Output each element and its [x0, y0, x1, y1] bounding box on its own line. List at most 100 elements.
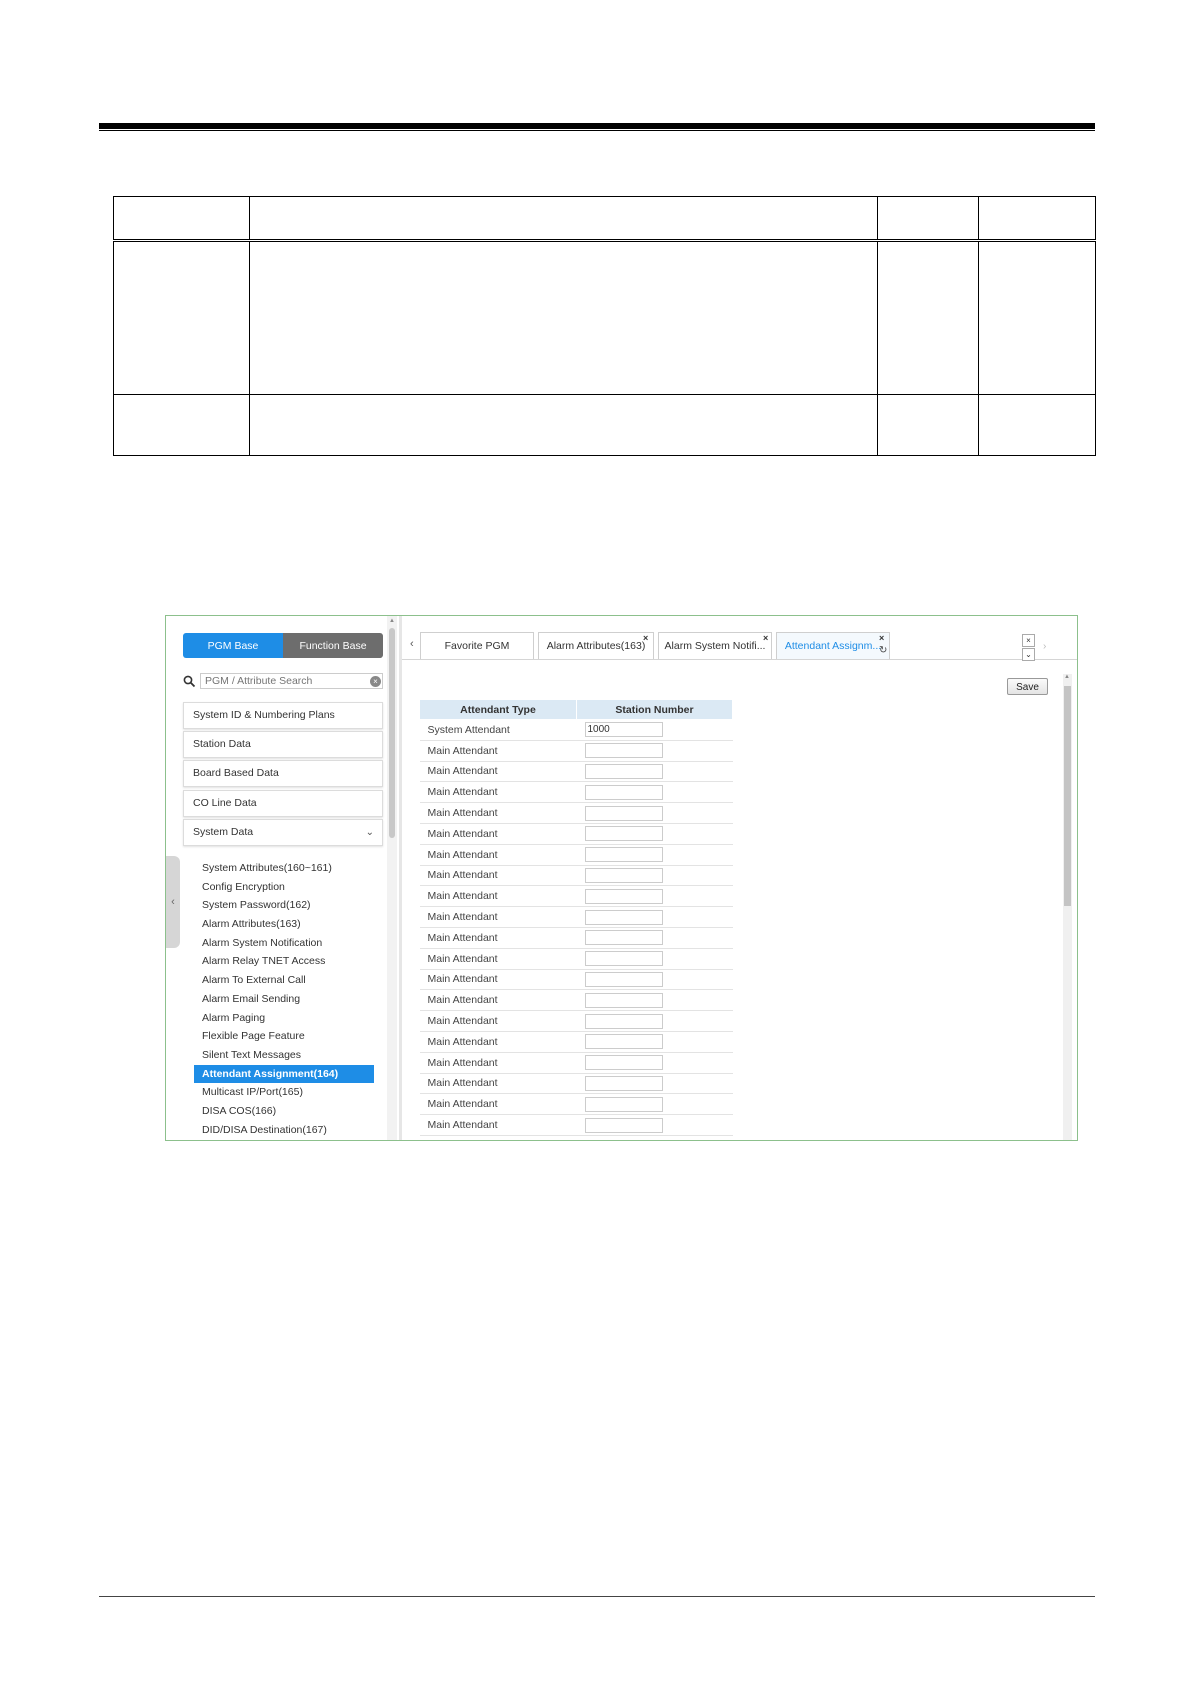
save-button[interactable]: Save	[1007, 678, 1048, 695]
station-number-cell	[576, 948, 733, 970]
submenu-item[interactable]: Attendant Assignment(164)	[194, 1064, 374, 1084]
submenu-item[interactable]: DISA COS(166)	[194, 1102, 374, 1121]
station-number-cell	[576, 1010, 733, 1032]
document-table-header	[113, 196, 1096, 242]
submenu-item[interactable]: Flexible Page Feature	[194, 1027, 374, 1046]
station-number-input[interactable]	[584, 930, 663, 946]
station-number-input[interactable]	[584, 1055, 663, 1071]
refresh-icon[interactable]: ↻	[879, 645, 887, 656]
left-scrollbar-thumb[interactable]	[389, 628, 395, 838]
station-number-cell	[576, 1093, 733, 1116]
station-number-cell	[576, 1073, 733, 1095]
station-number-input[interactable]	[584, 826, 663, 842]
submenu-item[interactable]: System Attributes(160~161)	[194, 859, 374, 878]
scroll-up-icon[interactable]: ▲	[389, 618, 395, 624]
close-all-tabs-icon[interactable]: ×	[1022, 634, 1035, 647]
document-table-row	[113, 240, 1096, 395]
station-number-input[interactable]	[584, 743, 663, 759]
submenu-item[interactable]: Alarm To External Call	[194, 971, 374, 990]
submenu-item[interactable]: Silent Text Messages	[194, 1046, 374, 1065]
station-number-input[interactable]	[584, 847, 663, 863]
collapse-panel-handle[interactable]: ‹	[166, 856, 180, 948]
left-scrollbar[interactable]: ▲	[387, 616, 397, 1140]
submenu-item[interactable]: Alarm Paging	[194, 1009, 374, 1028]
station-number-cell	[576, 719, 733, 741]
table-row: Main Attendant	[419, 761, 733, 783]
submenu-item[interactable]: Config Encryption	[194, 878, 374, 897]
menu-item-board-based-data[interactable]: Board Based Data	[183, 760, 383, 787]
station-number-input[interactable]	[584, 867, 663, 883]
table-row: Main Attendant	[419, 969, 733, 991]
menu-item-label: Board Based Data	[193, 767, 279, 779]
close-icon[interactable]: ×	[879, 633, 884, 643]
menu-item-system-data[interactable]: System Data ⌄	[183, 819, 383, 846]
close-icon[interactable]: ×	[643, 633, 648, 643]
attendant-type-cell: Main Attendant	[419, 1114, 577, 1136]
attendant-type-cell: Main Attendant	[419, 781, 577, 804]
attendant-type-cell: Main Attendant	[419, 948, 577, 970]
station-number-input[interactable]	[584, 1117, 663, 1133]
tab-list-dropdown-icon[interactable]: ⌄	[1022, 648, 1035, 661]
chevron-down-icon: ⌄	[365, 827, 374, 838]
station-number-cell	[576, 885, 733, 908]
search-input[interactable]	[200, 673, 383, 689]
station-number-input[interactable]	[584, 784, 663, 800]
station-number-input[interactable]	[584, 971, 663, 987]
station-number-input[interactable]	[584, 1075, 663, 1091]
station-number-input[interactable]	[584, 722, 663, 738]
attendant-type-cell: Main Attendant	[419, 740, 577, 762]
attendant-type-cell: System Attendant	[419, 719, 577, 741]
station-number-input[interactable]	[584, 909, 663, 925]
header-rule	[99, 123, 1095, 129]
tab-alarm-attributes[interactable]: Alarm Attributes(163)	[538, 632, 654, 659]
submenu-item[interactable]: Alarm Relay TNET Access	[194, 952, 374, 971]
tab-alarm-system-notification[interactable]: Alarm System Notifi...	[658, 632, 772, 659]
station-number-input[interactable]	[584, 992, 663, 1008]
tab-scroll-right-icon[interactable]: ›	[1043, 641, 1046, 652]
tab-favorite-pgm[interactable]: Favorite PGM	[420, 632, 534, 659]
station-number-input[interactable]	[584, 1096, 663, 1112]
content-scrollbar-thumb[interactable]	[1064, 686, 1071, 906]
table-row: Main Attendant	[419, 1093, 733, 1116]
station-number-input[interactable]	[584, 763, 663, 779]
content-scrollbar[interactable]: ▲	[1063, 674, 1072, 1140]
station-number-cell	[576, 927, 733, 949]
table-row: Main Attendant	[419, 865, 733, 887]
station-number-input[interactable]	[584, 951, 663, 967]
function-base-button[interactable]: Function Base	[283, 633, 383, 658]
submenu-item[interactable]: DID/DISA Destination(167)	[194, 1121, 374, 1140]
table-row: Main Attendant	[419, 989, 733, 1012]
submenu-item[interactable]: Alarm System Notification	[194, 934, 374, 953]
submenu-item[interactable]: Multicast IP/Port(165)	[194, 1083, 374, 1102]
station-number-cell	[576, 844, 733, 866]
submenu-item[interactable]: Alarm Attributes(163)	[194, 915, 374, 934]
attendant-type-cell: Main Attendant	[419, 802, 577, 824]
menu-item-system-id[interactable]: System ID & Numbering Plans	[183, 702, 383, 729]
station-number-input[interactable]	[584, 805, 663, 821]
submenu-item[interactable]: Alarm Email Sending	[194, 990, 374, 1009]
close-icon[interactable]: ×	[763, 633, 768, 643]
station-number-cell	[576, 1114, 733, 1136]
table-row: Main Attendant	[419, 927, 733, 949]
table-row: Main Attendant	[419, 948, 733, 970]
menu-item-label: Station Data	[193, 738, 251, 750]
menu-item-co-line-data[interactable]: CO Line Data	[183, 790, 383, 817]
pgm-base-button[interactable]: PGM Base	[183, 633, 283, 658]
station-number-input[interactable]	[584, 1013, 663, 1029]
clear-search-icon[interactable]: ×	[370, 676, 381, 687]
search-icon	[183, 675, 196, 688]
station-number-input[interactable]	[584, 888, 663, 904]
base-toggle: PGM Base Function Base	[183, 633, 383, 658]
table-row: Main Attendant	[419, 1010, 733, 1032]
menu-item-station-data[interactable]: Station Data	[183, 731, 383, 758]
station-number-cell	[576, 1052, 733, 1074]
station-number-input[interactable]	[584, 1034, 663, 1050]
panel-divider[interactable]	[399, 616, 402, 1140]
submenu-item[interactable]: System Password(162)	[194, 896, 374, 915]
scroll-up-icon[interactable]: ▲	[1064, 674, 1070, 680]
station-number-cell	[576, 1031, 733, 1053]
tab-attendant-assignment[interactable]: Attendant Assignm...	[776, 632, 890, 659]
table-row: System Attendant	[419, 719, 733, 741]
document-table-row	[113, 394, 1096, 456]
tab-scroll-left-icon[interactable]: ‹	[410, 638, 414, 650]
